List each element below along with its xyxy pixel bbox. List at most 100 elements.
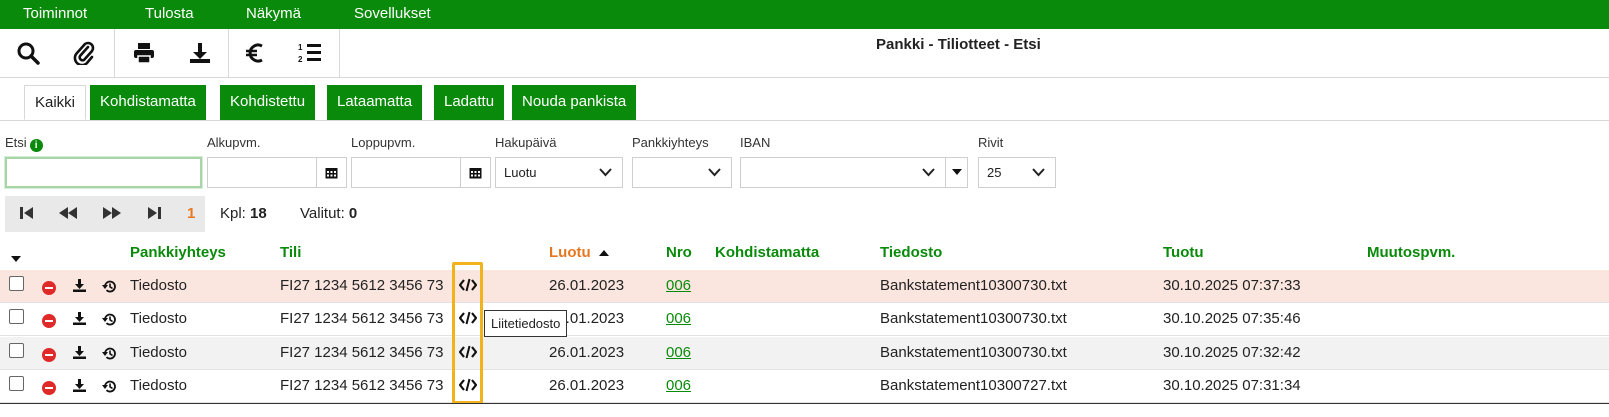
row-checkbox[interactable] bbox=[9, 376, 24, 391]
cell-nro-link[interactable]: 006 bbox=[666, 277, 691, 294]
delete-icon[interactable] bbox=[42, 381, 56, 395]
header-tuotu[interactable]: Tuotu bbox=[1163, 244, 1204, 261]
hakupaiva-label: Hakupäivä bbox=[495, 135, 557, 150]
cell-tiedosto: Bankstatement10300730.txt bbox=[880, 344, 1067, 361]
numbered-list-icon[interactable]: 12 bbox=[294, 37, 326, 69]
cell-pankkiyhteys: Tiedosto bbox=[130, 310, 187, 327]
code-icon[interactable] bbox=[458, 375, 478, 395]
history-icon[interactable] bbox=[102, 346, 117, 365]
cell-pankkiyhteys: Tiedosto bbox=[130, 344, 187, 361]
last-page-icon[interactable] bbox=[146, 205, 162, 225]
tab-lataamatta[interactable]: Lataamatta bbox=[327, 85, 423, 120]
history-icon[interactable] bbox=[102, 379, 117, 398]
hakupaiva-select[interactable]: Luotu bbox=[495, 157, 623, 188]
chevron-down-icon bbox=[708, 168, 721, 177]
iban-select[interactable] bbox=[740, 157, 946, 188]
svg-text:2: 2 bbox=[298, 55, 303, 64]
pankkiyhteys-select[interactable] bbox=[632, 157, 732, 188]
cell-nro-link[interactable]: 006 bbox=[666, 344, 691, 361]
cell-luotu: 26.01.2023 bbox=[549, 344, 625, 361]
chevron-down-icon bbox=[922, 168, 935, 177]
cell-nro-link[interactable]: 006 bbox=[666, 377, 691, 394]
tab-bar: Kaikki Kohdistamatta Kohdistettu Lataama… bbox=[0, 78, 1609, 121]
cell-nro-link[interactable]: 006 bbox=[666, 310, 691, 327]
current-page[interactable]: 1 bbox=[187, 205, 195, 222]
header-muutospvm[interactable]: Muutospvm. bbox=[1367, 244, 1455, 261]
alkupvm-input[interactable] bbox=[207, 157, 317, 188]
download-icon[interactable] bbox=[73, 346, 86, 363]
cell-luotu: 26.01.2023 bbox=[549, 377, 625, 394]
next-page-icon[interactable] bbox=[102, 205, 122, 225]
calendar-icon[interactable] bbox=[460, 157, 491, 188]
tab-ladattu[interactable]: Ladattu bbox=[434, 85, 505, 120]
info-icon[interactable]: i bbox=[29, 139, 43, 152]
tab-kohdistettu[interactable]: Kohdistettu bbox=[220, 85, 316, 120]
cell-pankkiyhteys: Tiedosto bbox=[130, 277, 187, 294]
page-title: Pankki - Tiliotteet - Etsi bbox=[876, 36, 1041, 53]
calendar-icon[interactable] bbox=[316, 157, 347, 188]
hakupaiva-value: Luotu bbox=[504, 165, 537, 180]
history-icon[interactable] bbox=[102, 312, 117, 331]
row-checkbox[interactable] bbox=[9, 276, 24, 291]
code-icon[interactable] bbox=[458, 308, 478, 328]
cell-tuotu: 30.10.2025 07:35:46 bbox=[1163, 310, 1301, 327]
code-icon[interactable] bbox=[458, 342, 478, 362]
delete-icon[interactable] bbox=[42, 314, 56, 328]
tab-kohdistamatta[interactable]: Kohdistamatta bbox=[90, 85, 206, 120]
column-menu-icon[interactable] bbox=[10, 250, 22, 267]
sort-ascending-icon bbox=[598, 250, 609, 256]
history-icon[interactable] bbox=[102, 279, 117, 298]
cell-tiedosto: Bankstatement10300730.txt bbox=[880, 277, 1067, 294]
menu-tulosta[interactable]: Tulosta bbox=[145, 5, 194, 22]
search-input[interactable] bbox=[5, 157, 202, 188]
code-icon[interactable] bbox=[458, 275, 478, 295]
menu-nakyma[interactable]: Näkymä bbox=[246, 5, 301, 22]
cell-tiedosto: Bankstatement10300730.txt bbox=[880, 310, 1067, 327]
menu-toiminnot[interactable]: Toiminnot bbox=[23, 5, 87, 22]
cell-tili: FI27 1234 5612 3456 73 bbox=[280, 310, 444, 327]
header-kohdistamatta[interactable]: Kohdistamatta bbox=[715, 244, 819, 261]
header-pankkiyhteys[interactable]: Pankkiyhteys bbox=[130, 244, 226, 261]
header-luotu[interactable]: Luotu bbox=[549, 244, 609, 261]
row-checkbox[interactable] bbox=[9, 309, 24, 324]
header-tiedosto[interactable]: Tiedosto bbox=[880, 244, 942, 261]
cell-tili: FI27 1234 5612 3456 73 bbox=[280, 344, 444, 361]
toolbar-group-search bbox=[0, 29, 115, 78]
toolbar-group-finance: 12 bbox=[229, 29, 340, 78]
loppupvm-input[interactable] bbox=[351, 157, 461, 188]
table-row[interactable]: Tiedosto FI27 1234 5612 3456 73 26.01.20… bbox=[0, 303, 1609, 336]
cell-tili: FI27 1234 5612 3456 73 bbox=[280, 377, 444, 394]
rivit-value: 25 bbox=[987, 165, 1002, 180]
download-icon[interactable] bbox=[73, 379, 86, 396]
divider bbox=[0, 403, 1609, 404]
iban-dropdown-toggle[interactable] bbox=[946, 157, 968, 188]
attach-icon[interactable] bbox=[68, 37, 100, 69]
download-icon[interactable] bbox=[73, 279, 86, 296]
euro-icon[interactable] bbox=[239, 37, 271, 69]
download-icon[interactable] bbox=[184, 37, 216, 69]
menu-sovellukset[interactable]: Sovellukset bbox=[354, 5, 431, 22]
tab-nouda-pankista[interactable]: Nouda pankista bbox=[512, 85, 637, 120]
header-nro[interactable]: Nro bbox=[666, 244, 692, 261]
print-icon[interactable] bbox=[128, 37, 160, 69]
etsi-label-text: Etsi bbox=[5, 135, 27, 150]
delete-icon[interactable] bbox=[42, 348, 56, 362]
previous-page-icon[interactable] bbox=[58, 205, 78, 225]
header-luotu-label: Luotu bbox=[549, 244, 591, 261]
rivit-label: Rivit bbox=[978, 135, 1004, 150]
table-row[interactable]: Tiedosto FI27 1234 5612 3456 73 26.01.20… bbox=[0, 370, 1609, 403]
header-tili[interactable]: Tili bbox=[280, 244, 301, 261]
loppupvm-label: Loppupvm. bbox=[351, 135, 416, 150]
download-icon[interactable] bbox=[73, 312, 86, 329]
cell-pankkiyhteys: Tiedosto bbox=[130, 377, 187, 394]
delete-icon[interactable] bbox=[42, 281, 56, 295]
tab-kaikki[interactable]: Kaikki bbox=[24, 85, 87, 120]
row-checkbox[interactable] bbox=[9, 343, 24, 358]
iban-label: IBAN bbox=[740, 135, 771, 150]
search-icon[interactable] bbox=[12, 37, 44, 69]
rivit-select[interactable]: 25 bbox=[978, 157, 1056, 188]
table-row[interactable]: Tiedosto FI27 1234 5612 3456 73 26.01.20… bbox=[0, 337, 1609, 370]
first-page-icon[interactable] bbox=[19, 205, 35, 225]
table-row[interactable]: Tiedosto FI27 1234 5612 3456 73 26.01.20… bbox=[0, 270, 1609, 303]
selected-count: Valitut: 0 bbox=[300, 205, 357, 222]
